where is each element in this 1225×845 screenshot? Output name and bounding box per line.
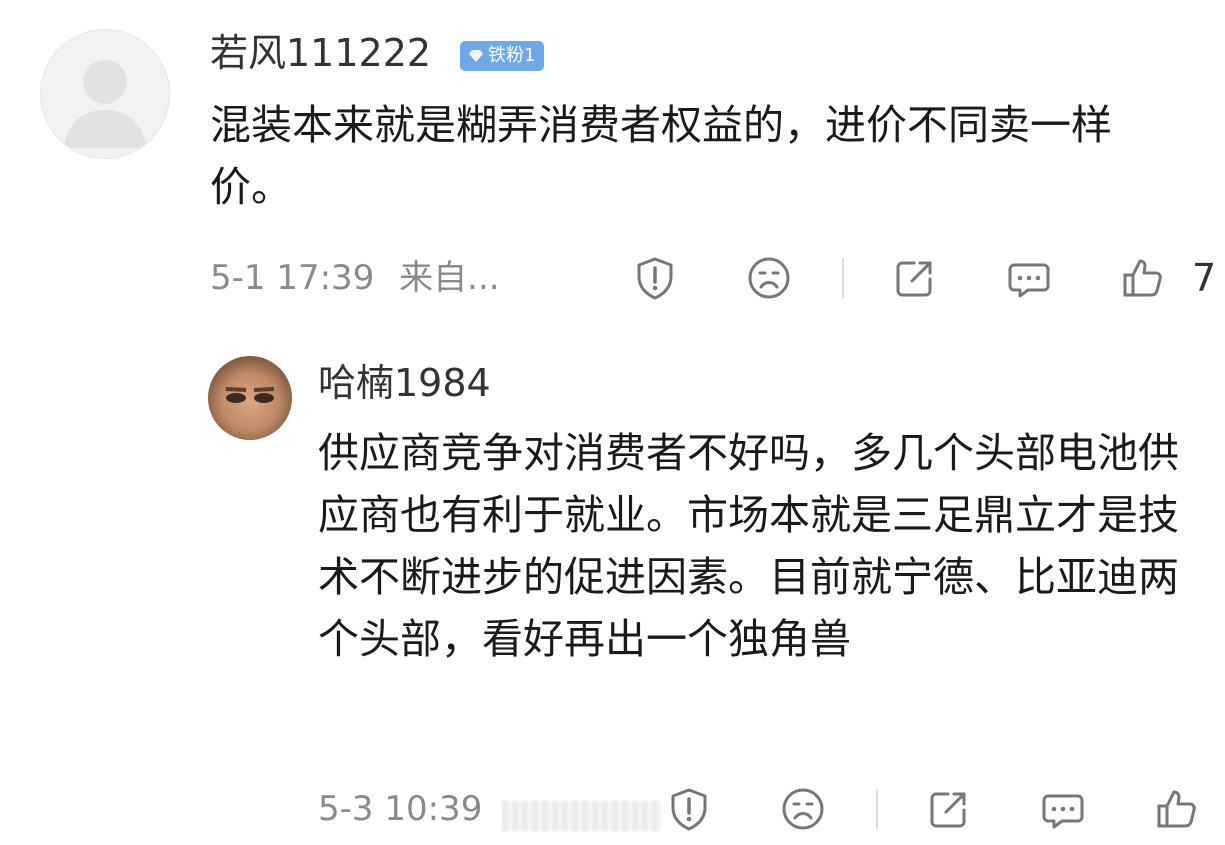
comment-text: 混装本来就是糊弄消费者权益的，进价不同卖一样价。 — [210, 101, 1112, 211]
comment-meta: 5-1 17:39 来自... — [210, 258, 500, 298]
comment-text: 供应商竞争对消费者不好吗，多几个头部电池供应商也有利于就业。市场本就是三足鼎立才… — [318, 429, 1179, 663]
divider — [876, 789, 878, 829]
timestamp: 5-1 17:39 — [210, 258, 375, 298]
share-icon[interactable] — [924, 784, 974, 834]
username[interactable]: 哈楠1984 — [318, 360, 491, 406]
username[interactable]: 若风111222 — [210, 30, 431, 76]
comment-bubble-icon[interactable] — [1038, 784, 1088, 834]
divider — [842, 258, 844, 298]
report-icon[interactable] — [664, 784, 714, 834]
share-icon[interactable] — [890, 253, 940, 303]
report-icon[interactable] — [630, 253, 680, 303]
fan-badge[interactable]: 铁粉1 — [460, 41, 545, 71]
thumbs-up-icon[interactable] — [1118, 253, 1168, 303]
diamond-icon — [469, 50, 483, 62]
thumbs-up-icon[interactable] — [1152, 784, 1202, 834]
comment-bubble-icon[interactable] — [1004, 253, 1054, 303]
source-label-redacted — [502, 801, 662, 831]
badge-label: 铁粉1 — [488, 45, 536, 66]
sad-face-icon[interactable] — [744, 253, 794, 303]
sad-face-icon[interactable] — [778, 784, 828, 834]
timestamp: 5-3 10:39 — [318, 789, 483, 829]
source-label: 来自... — [399, 258, 500, 298]
avatar[interactable] — [40, 29, 170, 159]
avatar[interactable] — [208, 356, 292, 440]
like-count: 7 — [1192, 256, 1217, 300]
